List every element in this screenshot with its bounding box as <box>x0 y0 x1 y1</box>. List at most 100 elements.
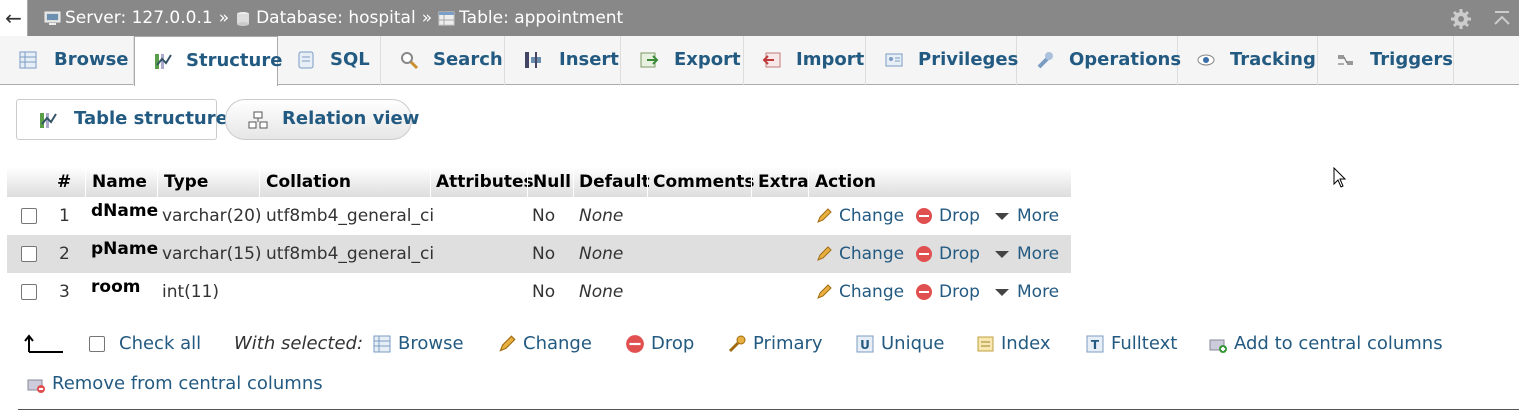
back-button[interactable]: ← <box>0 0 28 36</box>
col-header-action: Action <box>815 172 876 192</box>
tab-insert[interactable]: Insert <box>505 36 621 85</box>
col-header-extra: Extra <box>758 172 809 192</box>
tab-operations[interactable]: Operations <box>1017 36 1182 85</box>
breadcrumb-table-label: Table: appointment <box>459 8 624 28</box>
tab-browse[interactable]: Browse <box>0 36 134 85</box>
bulk-browse-button[interactable]: Browse <box>372 333 464 354</box>
drop-icon <box>916 246 932 262</box>
bulk-drop-button[interactable]: Drop <box>625 333 694 354</box>
drop-icon <box>916 208 932 224</box>
change-link[interactable]: Change <box>815 244 904 264</box>
row-type: varchar(20) <box>162 206 262 226</box>
server-icon <box>44 11 61 25</box>
tab-privileges-label: Privileges <box>918 49 1019 70</box>
tab-structure-label: Structure <box>186 50 283 71</box>
database-icon <box>237 11 250 26</box>
row-num: 1 <box>59 206 70 226</box>
tab-insert-label: Insert <box>559 49 619 70</box>
row-checkbox[interactable] <box>21 284 37 300</box>
col-header-type: Type <box>164 172 209 192</box>
tab-bar: Browse Structure SQL Search Insert Expor… <box>0 36 1519 86</box>
tab-operations-label: Operations <box>1069 49 1182 70</box>
drop-link[interactable]: Drop <box>915 206 980 226</box>
table-icon <box>438 11 455 25</box>
drop-link[interactable]: Drop <box>915 244 980 264</box>
col-header-num: # <box>57 172 72 192</box>
bulk-index-button[interactable]: Index <box>975 333 1051 354</box>
table-row: 2 pName varchar(15) utf8mb4_general_ci N… <box>7 235 1071 273</box>
sql-icon <box>298 51 314 69</box>
gear-icon[interactable] <box>1450 8 1472 30</box>
relation-icon <box>248 111 268 129</box>
collapse-icon[interactable] <box>1492 8 1512 28</box>
table-row: 1 dName varchar(20) utf8mb4_general_ci N… <box>7 197 1071 235</box>
drop-icon <box>626 334 644 353</box>
browse-icon <box>373 335 391 352</box>
arrow-up-icon <box>24 334 63 353</box>
fulltext-icon: T <box>1086 335 1104 352</box>
tab-tracking-label: Tracking <box>1230 49 1316 70</box>
row-null: No <box>532 282 556 302</box>
change-link[interactable]: Change <box>815 206 904 226</box>
col-header-default: Default <box>579 172 650 192</box>
row-num: 3 <box>59 282 70 302</box>
check-all-label[interactable]: Check all <box>119 333 201 354</box>
bulk-unique-button[interactable]: U Unique <box>855 333 945 354</box>
remove-central-columns-icon <box>27 379 45 393</box>
tab-triggers[interactable]: Triggers <box>1318 36 1454 85</box>
privileges-icon <box>885 53 903 67</box>
remove-central-columns-button[interactable]: Remove from central columns <box>26 373 323 394</box>
breadcrumb-separator: » <box>218 8 230 28</box>
import-icon <box>762 52 781 68</box>
svg-text:U: U <box>860 338 870 352</box>
row-collation: utf8mb4_general_ci <box>266 244 435 264</box>
add-central-columns-button[interactable]: Add to central columns <box>1208 333 1443 354</box>
structure-icon <box>155 54 172 69</box>
row-null: No <box>532 206 556 226</box>
tab-sql-label: SQL <box>330 49 370 70</box>
subtab-relation-view[interactable]: Relation view <box>225 99 419 140</box>
row-default: None <box>579 206 624 226</box>
bulk-primary-button[interactable]: Primary <box>727 333 823 354</box>
bulk-change-button[interactable]: Change <box>497 333 592 354</box>
browse-icon <box>19 51 37 69</box>
breadcrumb-table[interactable]: Table: appointment <box>438 8 623 28</box>
with-selected-label: With selected: <box>234 333 364 354</box>
more-link[interactable]: More <box>993 206 1059 226</box>
subtab-table-structure[interactable]: Table structure <box>16 99 228 140</box>
tab-structure[interactable]: Structure <box>134 36 282 86</box>
row-num: 2 <box>59 244 70 264</box>
tab-browse-label: Browse <box>54 49 129 70</box>
tab-triggers-label: Triggers <box>1370 49 1453 70</box>
tab-search[interactable]: Search <box>381 36 505 85</box>
breadcrumb-server[interactable]: Server: 127.0.0.1 <box>44 8 213 28</box>
tab-privileges[interactable]: Privileges <box>866 36 1019 85</box>
col-header-collation: Collation <box>266 172 352 192</box>
tab-import[interactable]: Import <box>744 36 866 85</box>
mouse-cursor-icon <box>1333 167 1347 188</box>
bulk-fulltext-button[interactable]: T Fulltext <box>1085 333 1177 354</box>
pencil-icon <box>817 208 832 223</box>
more-link[interactable]: More <box>993 282 1059 302</box>
check-all-checkbox[interactable] <box>89 336 105 352</box>
table-header: # Name Type Collation Attributes Null De… <box>7 167 1071 197</box>
change-link[interactable]: Change <box>815 282 904 302</box>
tab-tracking[interactable]: Tracking <box>1178 36 1318 85</box>
row-checkbox[interactable] <box>21 246 37 262</box>
row-checkbox[interactable] <box>21 208 37 224</box>
table-row: 3 room int(11) No None Change Drop More <box>7 273 1071 311</box>
tab-export-label: Export <box>674 49 741 70</box>
col-header-null: Null <box>533 172 571 192</box>
drop-link[interactable]: Drop <box>915 282 980 302</box>
export-icon <box>640 52 659 68</box>
tab-export[interactable]: Export <box>621 36 744 85</box>
more-link[interactable]: More <box>993 244 1059 264</box>
insert-icon <box>525 52 541 68</box>
chevron-down-icon <box>995 289 1009 296</box>
row-default: None <box>579 244 624 264</box>
tab-sql[interactable]: SQL <box>278 36 381 85</box>
breadcrumb-database[interactable]: Database: hospital <box>235 8 416 28</box>
add-central-columns-icon <box>1209 339 1227 353</box>
pencil-icon <box>817 284 832 299</box>
row-name: dName <box>91 201 159 221</box>
